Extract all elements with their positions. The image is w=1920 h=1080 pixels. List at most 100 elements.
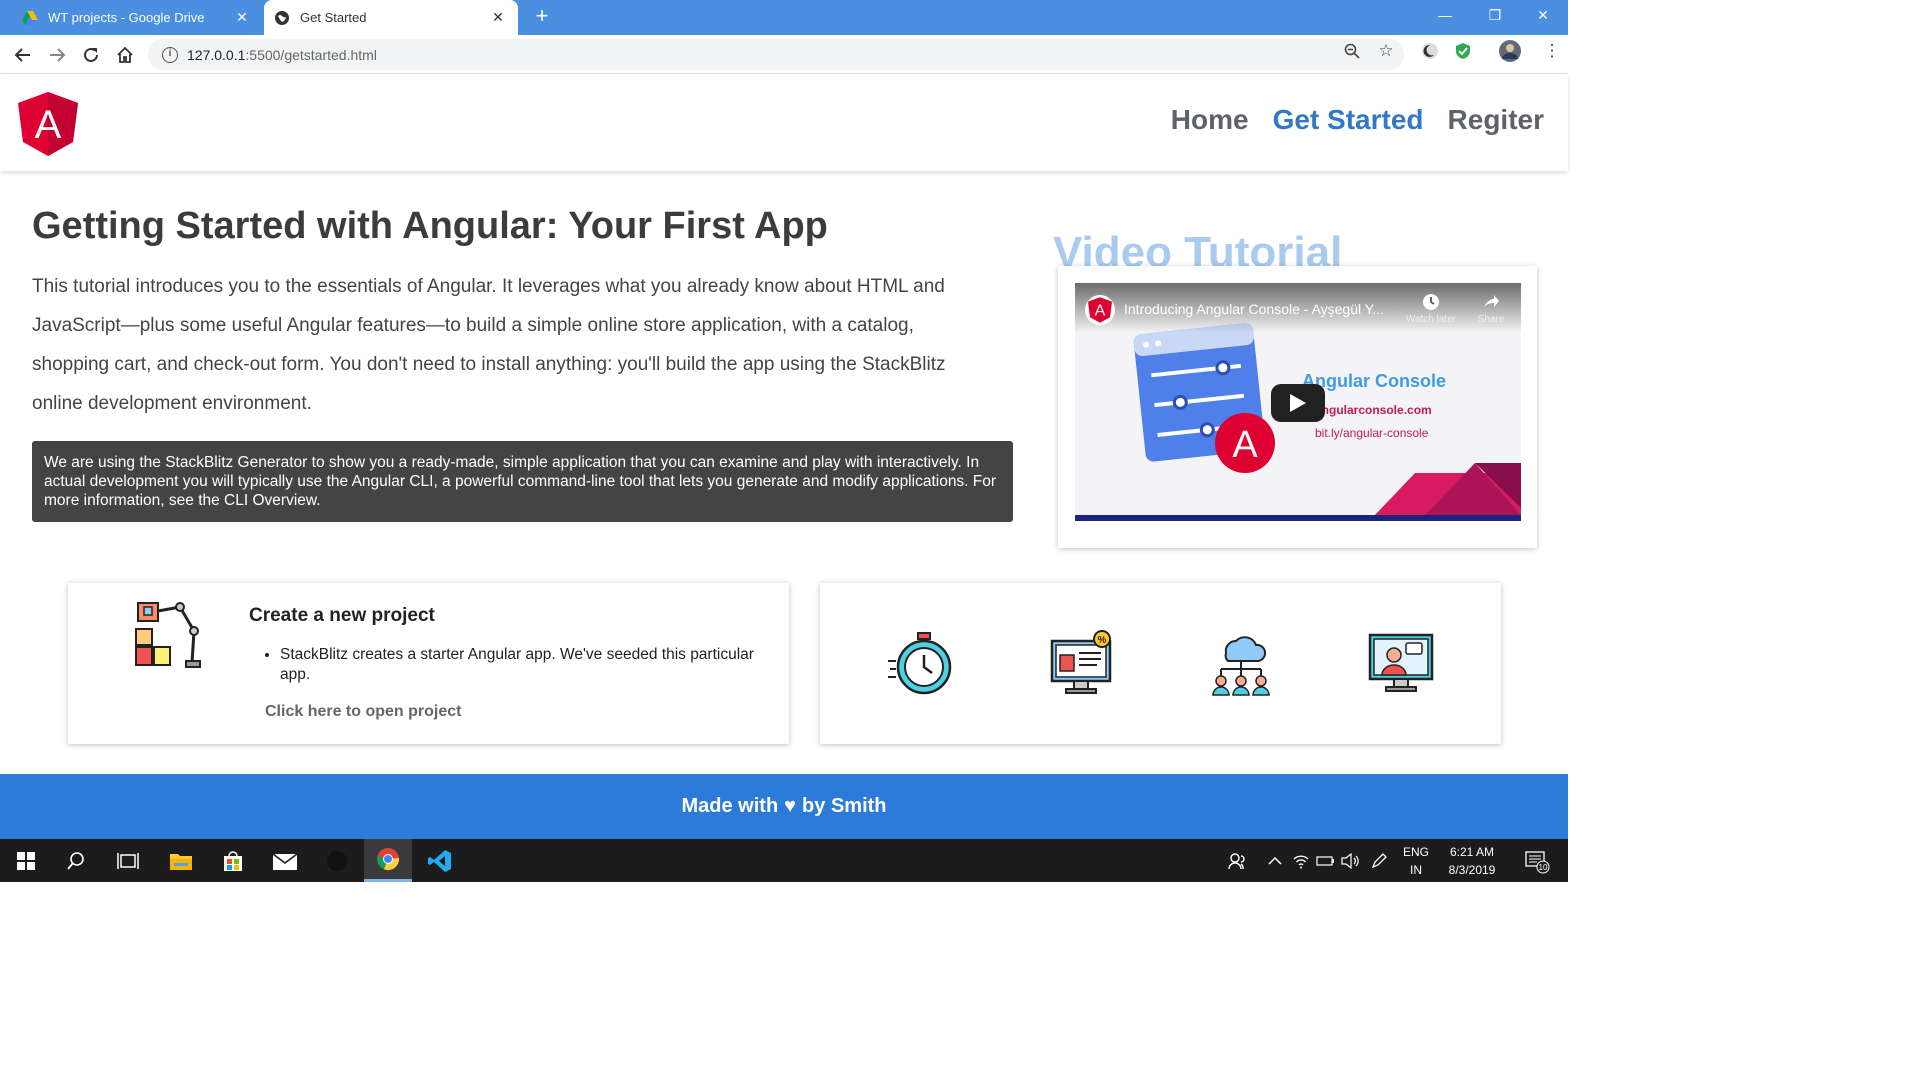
close-tab-icon[interactable]: ✕: [230, 9, 254, 26]
list-item: StackBlitz creates a starter Angular app…: [280, 645, 770, 685]
mail-icon: [272, 852, 298, 870]
dark-mode-extension-icon[interactable]: [1418, 39, 1442, 63]
clock-icon: [1423, 294, 1439, 310]
reload-icon: [84, 47, 98, 62]
share-icon: [1484, 295, 1499, 307]
region-code: IN: [1410, 863, 1422, 877]
watch-later-label: Watch later: [1405, 314, 1457, 325]
folder-icon: [170, 853, 192, 870]
globe-icon: [275, 10, 289, 25]
heart-icon: ♥: [784, 795, 797, 817]
svg-text:A: A: [35, 103, 62, 147]
vscode-taskbar-button[interactable]: [416, 839, 464, 882]
minimize-button[interactable]: —: [1422, 0, 1468, 30]
language-indicator[interactable]: ENG IN: [1396, 843, 1436, 879]
play-button[interactable]: [1271, 384, 1325, 422]
back-button[interactable]: [9, 41, 37, 69]
features-card: %: [820, 583, 1501, 744]
windows-taskbar: ENG IN 6:21 AM 8/3/2019 10: [0, 839, 1568, 882]
home-button[interactable]: [111, 41, 139, 69]
system-clock[interactable]: 6:21 AM 8/3/2019: [1432, 843, 1512, 879]
cloud-network-icon: [1212, 636, 1270, 696]
zoom-icon[interactable]: [1340, 39, 1364, 63]
reload-button[interactable]: [77, 41, 105, 69]
app-icon: [327, 850, 347, 871]
close-window-button[interactable]: ✕: [1520, 0, 1566, 30]
card-bullet-list: StackBlitz creates a starter Angular app…: [280, 645, 770, 685]
youtube-embed[interactable]: A A Introducing Angular Console - Ayşegü…: [1075, 283, 1521, 521]
pen-icon[interactable]: [1370, 839, 1388, 882]
address-bar[interactable]: i 127.0.0.1:5500/getstarted.html: [148, 39, 1404, 70]
video-card: A A Introducing Angular Console - Ayşegü…: [1058, 266, 1537, 548]
site-footer: Made with ♥ by Smith: [0, 774, 1568, 839]
intro-paragraph: This tutorial introduces you to the esse…: [32, 276, 946, 414]
chrome-taskbar-button[interactable]: [364, 839, 412, 882]
create-project-card: Create a new project StackBlitz creates …: [68, 583, 789, 744]
stopwatch-icon: [888, 632, 952, 695]
file-explorer-button[interactable]: [157, 839, 205, 882]
info-note: We are using the StackBlitz Generator to…: [32, 441, 1013, 522]
watch-later-button[interactable]: Watch later: [1401, 293, 1461, 325]
url-host: 127.0.0.1: [187, 46, 246, 63]
language-code: ENG: [1402, 845, 1429, 859]
arrow-left-icon: [14, 48, 30, 62]
mail-button[interactable]: [261, 839, 309, 882]
footer-text-after: by Smith: [802, 795, 887, 817]
store-bag-icon: [224, 850, 242, 871]
windows-logo-icon: [17, 851, 35, 870]
nav-get-started[interactable]: Get Started: [1273, 104, 1424, 136]
chevron-up-icon[interactable]: [1268, 839, 1282, 882]
search-button[interactable]: [52, 839, 100, 882]
arrow-right-icon: [50, 48, 66, 62]
notification-count: 10: [1539, 863, 1548, 872]
tab-get-started[interactable]: Get Started ✕: [264, 0, 518, 35]
chrome-icon: [377, 848, 400, 871]
bookmark-star-icon[interactable]: ☆: [1374, 39, 1398, 63]
close-tab-icon[interactable]: ✕: [486, 9, 510, 26]
forward-button[interactable]: [43, 41, 71, 69]
tab-label: WT projects - Google Drive: [48, 10, 205, 25]
people-icon[interactable]: [1228, 839, 1248, 882]
start-button[interactable]: [2, 839, 50, 882]
card-title: Create a new project: [249, 605, 435, 626]
shield-extension-icon[interactable]: [1451, 39, 1475, 63]
vscode-icon: [428, 849, 451, 872]
battery-icon[interactable]: [1316, 839, 1336, 882]
video-title[interactable]: Introducing Angular Console - Ayşegül Y.…: [1124, 301, 1384, 317]
channel-avatar[interactable]: A: [1085, 295, 1115, 325]
task-view-button[interactable]: [104, 839, 152, 882]
video-bottom-bar: [1075, 515, 1521, 521]
google-drive-icon: [22, 10, 38, 25]
svg-text:A: A: [1095, 303, 1106, 320]
notification-center-icon[interactable]: 10: [1524, 839, 1550, 882]
footer-text-before: Made with: [681, 795, 779, 817]
robot-arm-blocks-icon: [135, 602, 201, 668]
search-icon: [67, 851, 84, 870]
svg-text:A: A: [1232, 424, 1258, 466]
profile-avatar[interactable]: [1498, 39, 1522, 63]
clock-date: 8/3/2019: [1448, 863, 1496, 877]
tab-google-drive[interactable]: WT projects - Google Drive ✕: [12, 0, 262, 35]
nav-home[interactable]: Home: [1171, 104, 1249, 136]
share-button[interactable]: Share: [1471, 293, 1511, 325]
wifi-icon[interactable]: [1292, 839, 1310, 882]
menu-kebab-icon[interactable]: ⋮: [1540, 39, 1564, 63]
url-path: :5500/getstarted.html: [245, 46, 377, 63]
browser-tab-bar: WT projects - Google Drive ✕ Get Started…: [0, 0, 1568, 35]
info-icon[interactable]: i: [162, 46, 178, 63]
share-label: Share: [1477, 314, 1505, 325]
store-button[interactable]: [209, 839, 257, 882]
open-project-link[interactable]: Click here to open project: [265, 703, 461, 721]
nav-register[interactable]: Regiter: [1448, 104, 1544, 136]
angular-logo[interactable]: A: [18, 92, 78, 156]
restore-button[interactable]: ❐: [1472, 0, 1518, 30]
play-icon: [1290, 394, 1306, 412]
online-shop-icon: %: [1050, 630, 1112, 694]
new-tab-button[interactable]: +: [530, 5, 554, 29]
task-view-icon: [117, 852, 139, 869]
video-call-icon: [1368, 633, 1434, 692]
main-nav: Home Get Started Regiter: [1171, 104, 1544, 136]
app-button-dark[interactable]: [313, 839, 361, 882]
browser-toolbar: i 127.0.0.1:5500/getstarted.html ☆ ⋮: [0, 35, 1568, 74]
volume-icon[interactable]: [1340, 839, 1360, 882]
